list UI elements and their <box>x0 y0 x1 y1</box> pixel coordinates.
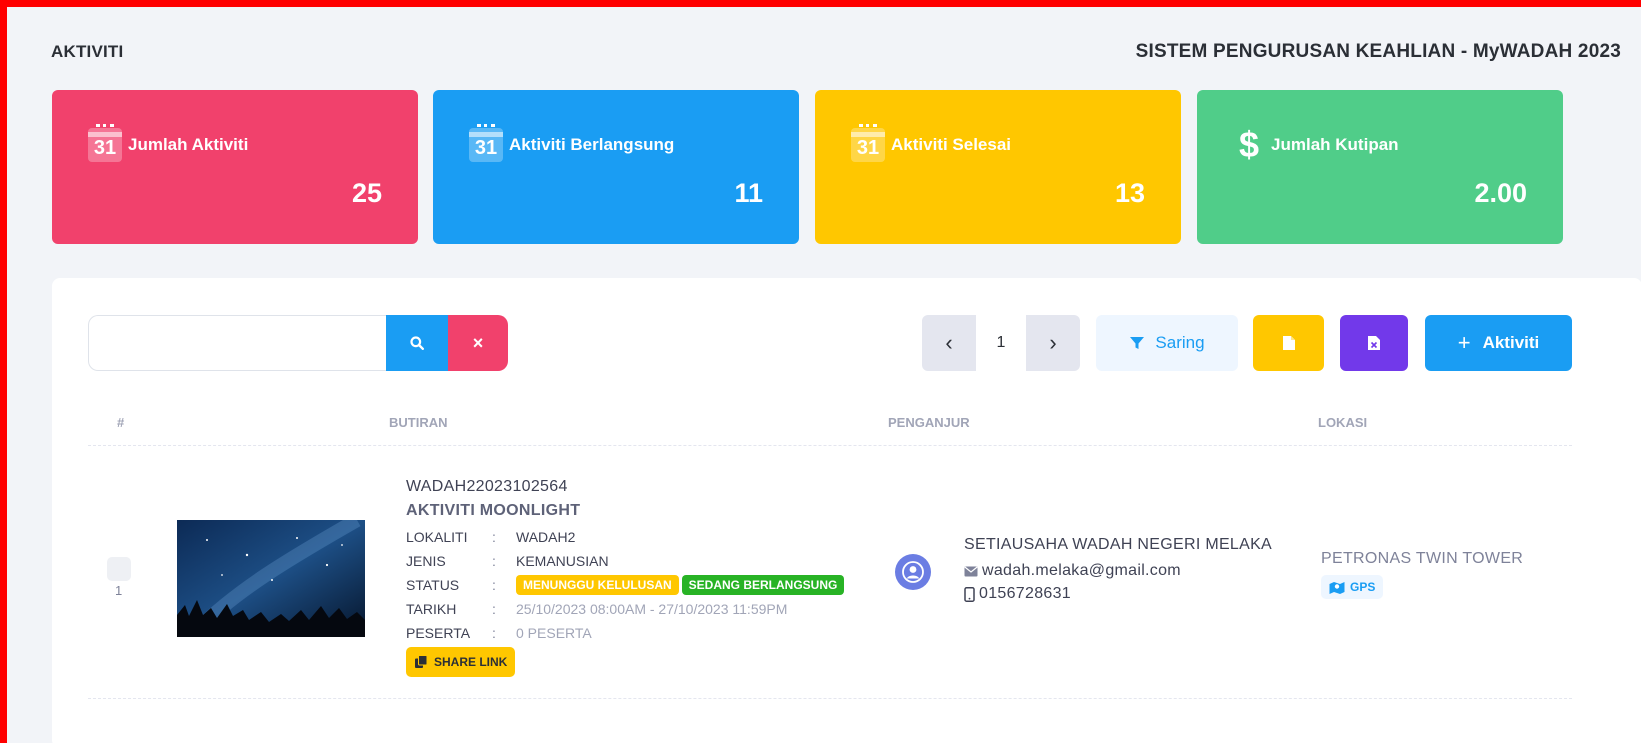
organizer-name: SETIAUSAHA WADAH NEGERI MELAKA <box>964 536 1273 553</box>
header-divider <box>88 445 1572 446</box>
chevron-right-icon: › <box>1049 330 1057 355</box>
stat-card-jumlah-kutipan[interactable]: $ Jumlah Kutipan 2.00 <box>1197 90 1563 244</box>
activity-name[interactable]: AKTIVITI MOONLIGHT <box>406 502 906 520</box>
pdf-file-icon <box>1282 336 1295 350</box>
activity-code: WADAH22023102564 <box>406 478 568 495</box>
stat-value: 13 <box>1114 178 1145 208</box>
calendar-icon: 31 <box>88 124 122 162</box>
stat-label: Aktiviti Berlangsung <box>509 135 675 154</box>
stat-card-aktiviti-selesai[interactable]: 31 Aktiviti Selesai 13 <box>815 90 1181 244</box>
copy-icon <box>415 655 428 668</box>
filter-label: Saring <box>1155 333 1205 352</box>
search-button[interactable] <box>386 315 448 371</box>
column-header-butiran: BUTIRAN <box>389 415 448 430</box>
calendar-icon: 31 <box>469 124 503 162</box>
export-excel-button[interactable] <box>1340 315 1408 371</box>
stat-label: Jumlah Aktiviti <box>128 135 249 154</box>
topbar: AKTIVITI SISTEM PENGURUSAN KEAHLIAN - My… <box>51 39 1621 65</box>
close-icon: × <box>472 332 484 353</box>
column-header-number: # <box>117 415 125 430</box>
column-header-lokasi: LOKASI <box>1318 415 1368 430</box>
export-pdf-button[interactable] <box>1253 315 1324 371</box>
field-jenis: JENIS: KEMANUSIAN <box>406 552 609 569</box>
system-title: SISTEM PENGURUSAN KEAHLIAN - MyWADAH 202… <box>1135 41 1621 62</box>
table-header: # BUTIRAN PENGANJUR LOKASI <box>52 415 1641 435</box>
location-name: PETRONAS TWIN TOWER <box>1321 550 1524 567</box>
stat-value: 25 <box>351 178 382 208</box>
excel-file-icon <box>1368 336 1380 350</box>
organizer-phone[interactable]: 0156728631 <box>964 585 1272 603</box>
row-number: 1 <box>115 583 123 598</box>
share-link-label: SHARE LINK <box>434 655 508 669</box>
row-checkbox[interactable] <box>107 557 131 581</box>
next-page-button[interactable]: › <box>1026 315 1080 371</box>
page-number[interactable]: 1 <box>976 315 1026 371</box>
field-lokaliti: LOKALITI: WADAH2 <box>406 528 576 545</box>
page-frame: AKTIVITI SISTEM PENGURUSAN KEAHLIAN - My… <box>7 7 1641 743</box>
plus-icon: + <box>1457 330 1471 355</box>
stat-value: 2.00 <box>1474 178 1527 208</box>
map-icon <box>1329 581 1345 594</box>
field-status: STATUS: MENUNGGU KELULUSAN SEDANG BERLANG… <box>406 574 906 595</box>
location: PETRONAS TWIN TOWER GPS <box>1321 550 1523 599</box>
stat-value: 11 <box>734 178 763 208</box>
filter-button[interactable]: Saring <box>1096 315 1238 371</box>
organizer: SETIAUSAHA WADAH NEGERI MELAKA wadah.mel… <box>964 536 1272 603</box>
activity-thumbnail <box>177 520 365 637</box>
add-activity-button[interactable]: + Aktiviti <box>1425 315 1572 371</box>
stats-cards: 31 Jumlah Aktiviti 25 31 Aktiviti Berlan… <box>52 90 1641 244</box>
column-header-penganjur: PENGANJUR <box>888 415 970 430</box>
stat-card-jumlah-aktiviti[interactable]: 31 Jumlah Aktiviti 25 <box>52 90 418 244</box>
activity-panel: × ‹ 1 › Saring + Aktiviti # BUTIRAN PENG… <box>52 278 1641 743</box>
field-tarikh: TARIKH: 25/10/2023 08:00AM - 27/10/2023 … <box>406 600 788 617</box>
search-input[interactable] <box>88 315 386 371</box>
organizer-email[interactable]: wadah.melaka@gmail.com <box>964 562 1272 580</box>
row-divider <box>88 698 1572 699</box>
page-title: AKTIVITI <box>51 42 124 61</box>
dollar-icon: $ <box>1239 124 1260 165</box>
gps-button[interactable]: GPS <box>1321 575 1384 599</box>
activity-details: WADAH22023102564 AKTIVITI MOONLIGHT LOKA… <box>406 478 906 643</box>
pagination: ‹ 1 › <box>922 315 1080 371</box>
mobile-phone-icon <box>964 586 975 602</box>
prev-page-button[interactable]: ‹ <box>922 315 976 371</box>
envelope-icon <box>964 566 978 576</box>
filter-icon <box>1130 337 1145 349</box>
add-activity-label: Aktiviti <box>1482 333 1540 352</box>
stat-card-aktiviti-berlangsung[interactable]: 31 Aktiviti Berlangsung 11 <box>433 90 799 244</box>
calendar-icon: 31 <box>851 124 885 162</box>
chevron-left-icon: ‹ <box>945 330 953 355</box>
field-peserta: PESERTA: 0 PESERTA <box>406 624 592 641</box>
status-badge: MENUNGGU KELULUSAN <box>516 574 679 595</box>
share-link-button[interactable]: SHARE LINK <box>406 647 516 677</box>
stat-label: Aktiviti Selesai <box>891 135 1012 154</box>
status-badge: SEDANG BERLANGSUNG <box>681 574 845 595</box>
stat-label: Jumlah Kutipan <box>1271 135 1399 154</box>
organizer-avatar-icon <box>895 554 931 590</box>
clear-search-button[interactable]: × <box>448 315 508 371</box>
search-icon <box>410 336 424 350</box>
